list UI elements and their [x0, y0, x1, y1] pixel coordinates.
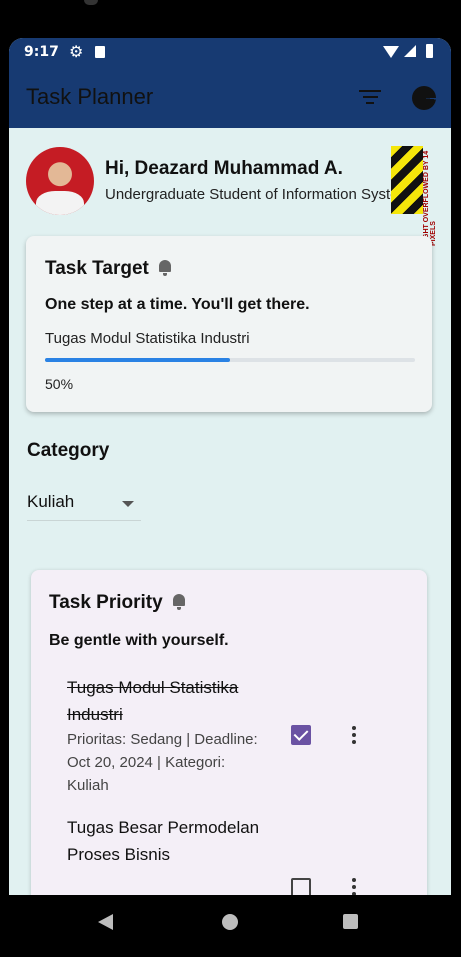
- status-bar: 9:17 ⚙: [9, 38, 451, 68]
- task-meta: Prioritas: Sedang | Deadline: Oct 20, 20…: [67, 731, 258, 794]
- category-label: Category: [27, 440, 110, 461]
- filter-icon[interactable]: [359, 90, 381, 106]
- overflow-warning-stripes: [391, 146, 423, 214]
- category-selected: Kuliah: [27, 492, 75, 511]
- home-icon[interactable]: [222, 914, 238, 930]
- app-bar: Task Planner: [9, 68, 451, 128]
- task-priority-subtitle: Be gentle with yourself.: [49, 632, 229, 649]
- bell-icon[interactable]: [171, 593, 187, 610]
- task-target-subtitle: One step at a time. You'll get there.: [45, 296, 310, 313]
- app-screen: 9:17 ⚙ Task Planner Hi, Deazard Muhammad…: [9, 38, 451, 918]
- sd-card-icon: [95, 46, 105, 58]
- progress-bar: [45, 358, 415, 362]
- pie-chart-icon[interactable]: [412, 86, 436, 110]
- main-content[interactable]: Hi, Deazard Muhammad A. Undergraduate St…: [9, 128, 451, 918]
- task-priority-card: Task Priority Be gentle with yourself. T…: [31, 570, 427, 918]
- app-title: Task Planner: [26, 84, 154, 109]
- back-icon[interactable]: [98, 914, 113, 930]
- task-name: Tugas Besar Permodelan Proses Bisnis: [67, 818, 260, 864]
- avatar: [26, 147, 94, 215]
- task-target-card: Task Target One step at a time. You'll g…: [26, 236, 432, 412]
- user-role: Undergraduate Student of Information Sys…: [105, 186, 419, 203]
- category-dropdown[interactable]: Kuliah: [27, 482, 141, 521]
- list-item[interactable]: Tugas Modul Statistika Industri Priorita…: [67, 674, 267, 797]
- recent-apps-icon[interactable]: [343, 914, 358, 929]
- battery-icon: [426, 44, 433, 58]
- signal-icon: [404, 45, 416, 57]
- gear-icon: ⚙: [69, 44, 84, 61]
- list-item[interactable]: Tugas Besar Permodelan Proses Bisnis: [67, 814, 267, 868]
- task-priority-title: Task Priority: [49, 592, 187, 614]
- greeting: Hi, Deazard Muhammad A.: [105, 158, 343, 179]
- camera-notch: [84, 0, 98, 5]
- task-target-title: Task Target: [45, 258, 173, 280]
- navigation-bar: [0, 895, 461, 957]
- status-time: 9:17: [24, 44, 59, 60]
- bell-icon[interactable]: [157, 259, 173, 276]
- more-vert-icon[interactable]: [352, 726, 356, 747]
- overflow-warning-text: RIGHT OVERFLOWED BY 14 PIXELS: [423, 150, 437, 246]
- task-checkbox[interactable]: [291, 725, 311, 745]
- chevron-down-icon: [122, 501, 134, 507]
- task-name: Tugas Modul Statistika Industri: [67, 678, 239, 724]
- progress-percent: 50%: [45, 376, 74, 392]
- wifi-icon: [383, 46, 399, 58]
- target-task-name: Tugas Modul Statistika Industri: [45, 330, 250, 347]
